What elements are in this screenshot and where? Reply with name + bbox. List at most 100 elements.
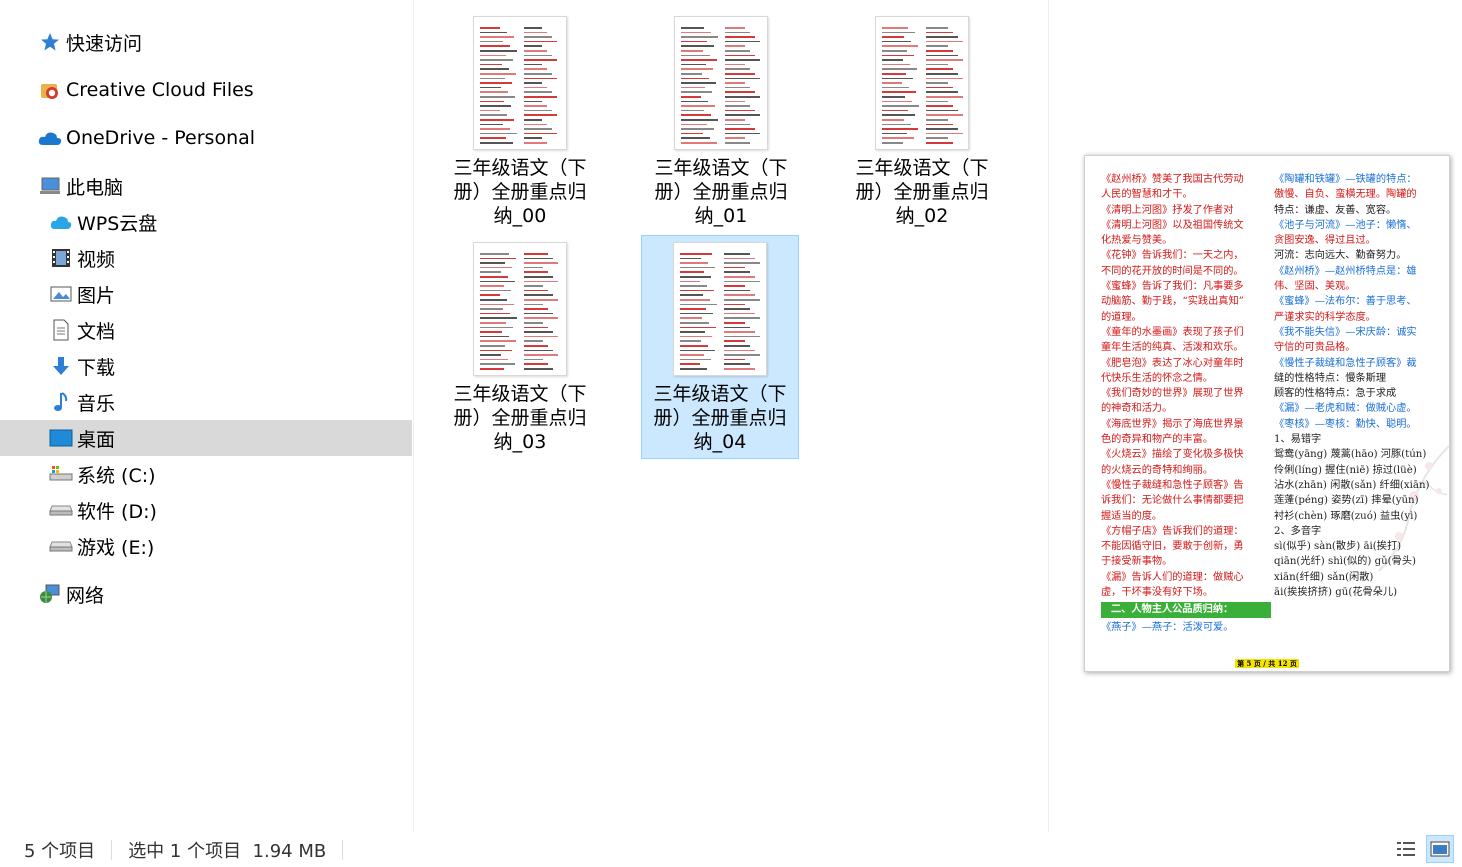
nav-label: 桌面 [77, 428, 116, 451]
document-text-line: 色的奇异和物产的丰富。 [1101, 434, 1214, 446]
document-text-line: 童年生活的纯真、活泼和欢乐。 [1101, 342, 1244, 354]
documents-icon [49, 318, 73, 342]
document-text-line: 《我们奇妙的世界》展现了世界 [1101, 388, 1244, 400]
document-text-line: 《陶罐和铁罐》—铁罐的特点： [1274, 174, 1417, 185]
nav-label: 网络 [66, 584, 105, 607]
document-text-line: 《赵州桥》赞美了我国古代劳动 [1101, 174, 1244, 185]
document-text-line: 2、多音字 [1274, 525, 1322, 537]
document-text-line: 《童年的水墨画》表现了孩子们 [1101, 326, 1244, 338]
nav-drive-c[interactable]: 系统 (C:) [0, 456, 412, 492]
details-view-button[interactable] [1392, 835, 1420, 863]
large-icons-view-button[interactable] [1426, 835, 1454, 863]
file-list: 三年级语文（下册）全册重点归纳_00 三年级语文（下册）全册重点归纳_01 三年… [415, 0, 1048, 832]
document-text-line: 《漏》—老虎和贼：做贼心虚。 [1274, 403, 1417, 415]
nav-drive-e[interactable]: 游戏 (E:) [0, 528, 412, 564]
nav-quick-access[interactable]: 快速访问 [0, 24, 412, 60]
nav-onedrive[interactable]: OneDrive - Personal [0, 120, 412, 156]
document-text-line: 《肥皂泡》表达了冰心对童年时 [1101, 357, 1244, 369]
system-drive-icon [49, 462, 73, 486]
nav-label: 快速访问 [66, 32, 143, 55]
file-item[interactable]: 三年级语文（下册）全册重点归纳_01 [642, 10, 800, 234]
nav-this-pc[interactable]: 此电脑 [0, 168, 412, 204]
nav-label: 文档 [77, 320, 116, 343]
document-text-line: 伶俐(líng) 握住(niē) 掠过(lüè) [1274, 464, 1417, 476]
file-item[interactable]: 三年级语文（下册）全册重点归纳_03 [441, 236, 599, 460]
document-right-column: 《陶罐和铁罐》—铁罐的特点： 傲慢、自负、蛮横无理。陶罐的 特点：谦虚、友善、宽容。… [1274, 172, 1440, 600]
document-text-line: 缝的性格特点：慢条斯理 [1274, 372, 1387, 384]
status-divider [111, 839, 113, 860]
drive-icon [49, 498, 73, 522]
document-text-line: 《池子与河流》—池子：懒惰、 [1274, 219, 1417, 231]
nav-label: 此电脑 [66, 176, 124, 199]
wps-cloud-icon [49, 210, 73, 234]
document-text-line: 于接受新事物。 [1101, 556, 1173, 568]
status-divider [342, 839, 344, 860]
document-text-line: qiān(光纤) shì(似的) gǔ(骨头) [1274, 556, 1416, 568]
file-thumbnail [473, 16, 567, 150]
preview-pane: 《赵州桥》赞美了我国古代劳动 人民的智慧和才干。 《清明上河图》抒发了作者对 《清明上… [1048, 0, 1462, 832]
nav-music[interactable]: 音乐 [0, 384, 412, 420]
nav-label: OneDrive - Personal [66, 127, 256, 149]
document-text-line: 的神奇和活力。 [1101, 403, 1173, 415]
nav-label: Creative Cloud Files [66, 79, 254, 101]
file-thumbnail [674, 16, 768, 150]
download-icon [49, 354, 73, 378]
nav-videos[interactable]: 视频 [0, 240, 412, 276]
document-text-line: 傲慢、自负、蛮横无理。陶罐的 [1274, 189, 1417, 201]
file-item[interactable]: 三年级语文（下册）全册重点归纳_00 [441, 10, 599, 234]
file-name: 三年级语文（下册）全册重点归纳_03 [453, 383, 587, 453]
nav-label: 软件 (D:) [77, 500, 157, 523]
nav-pictures[interactable]: 图片 [0, 276, 412, 312]
nav-downloads[interactable]: 下载 [0, 348, 412, 384]
nav-drive-d[interactable]: 软件 (D:) [0, 492, 412, 528]
nav-network[interactable]: 网络 [0, 576, 412, 612]
star-icon [38, 30, 62, 54]
document-text-line: 《海底世界》揭示了海底世界景 [1101, 418, 1244, 430]
onedrive-cloud-icon [38, 126, 62, 150]
document-text-line: 《慢性子裁缝和急性子顾客》裁 [1274, 357, 1417, 369]
document-text-line: 衬衫(chèn) 琢磨(zuó) 益虫(yì) [1274, 510, 1418, 522]
computer-icon [38, 174, 62, 198]
document-text-line: 的道理。 [1101, 311, 1142, 323]
nav-label: 下载 [77, 356, 116, 379]
document-text-line: 二、人物主人公品质归纳： [1101, 602, 1271, 618]
file-thumbnail [875, 16, 969, 150]
document-text-line: 的火烧云的奇特和绚丽。 [1101, 464, 1214, 476]
document-text-line: 鸳鸯(yāng) 蔑蒿(hāo) 河豚(tún) [1274, 449, 1427, 461]
page-number: 第 5 页 / 共 12 页 [1235, 659, 1299, 668]
document-text-line: 不同的花开放的时间是不同的。 [1101, 265, 1244, 277]
document-text-line: 1、易错字 [1274, 434, 1322, 446]
document-text-line: 《赵州桥》—赵州桥特点是：雄 [1274, 265, 1417, 277]
file-name: 三年级语文（下册）全册重点归纳_02 [855, 157, 989, 227]
network-icon [38, 582, 62, 606]
document-text-line: 不能因循守旧，要敢于创新，勇 [1101, 541, 1244, 553]
document-text-line: 《花钟》告诉我们：一天之内， [1101, 250, 1244, 262]
nav-label: 系统 (C:) [77, 464, 156, 487]
nav-label: WPS云盘 [77, 212, 158, 235]
drive-icon [49, 534, 73, 558]
document-text-line: 顾客的性格特点：急于求成 [1274, 388, 1397, 400]
document-text-line: 代快乐生活的怀念之情。 [1101, 372, 1214, 384]
document-preview[interactable]: 《赵州桥》赞美了我国古代劳动 人民的智慧和才干。 《清明上河图》抒发了作者对 《清明上… [1084, 155, 1450, 672]
document-text-line: āi(挨挨挤挤) gū(花骨朵儿) [1274, 587, 1398, 599]
file-item-selected[interactable]: 三年级语文（下册）全册重点归纳_04 [641, 235, 799, 459]
nav-label: 游戏 (E:) [77, 536, 155, 559]
item-count: 5 个项目 [24, 840, 96, 862]
details-view-icon [1397, 842, 1415, 856]
file-item[interactable]: 三年级语文（下册）全册重点归纳_02 [843, 10, 1001, 234]
page-footer: 第 5 页 / 共 12 页 [1085, 656, 1449, 671]
nav-documents[interactable]: 文档 [0, 312, 412, 348]
music-icon [49, 390, 73, 414]
nav-desktop[interactable]: 桌面 [0, 420, 412, 456]
document-text-line: 《慢性子裁缝和急性子顾客》告 [1101, 479, 1244, 491]
status-bar: 5 个项目 选中 1 个项目 1.94 MB [0, 832, 1462, 867]
nav-wps-cloud[interactable]: WPS云盘 [0, 204, 412, 240]
file-name: 三年级语文（下册）全册重点归纳_01 [654, 157, 788, 227]
nav-label: 图片 [77, 284, 116, 307]
document-text-line: 《枣核》—枣核：勤快、聪明。 [1274, 418, 1417, 430]
document-text-line: 严谨求实的科学态度。 [1274, 311, 1376, 323]
document-text-line: 《蜜蜂》告诉了我们：凡事要多 [1101, 281, 1244, 293]
nav-creative-cloud[interactable]: Creative Cloud Files [0, 72, 412, 108]
document-text-line: 《方帽子店》告诉我们的道理： [1101, 525, 1244, 537]
file-thumbnail [673, 242, 767, 376]
